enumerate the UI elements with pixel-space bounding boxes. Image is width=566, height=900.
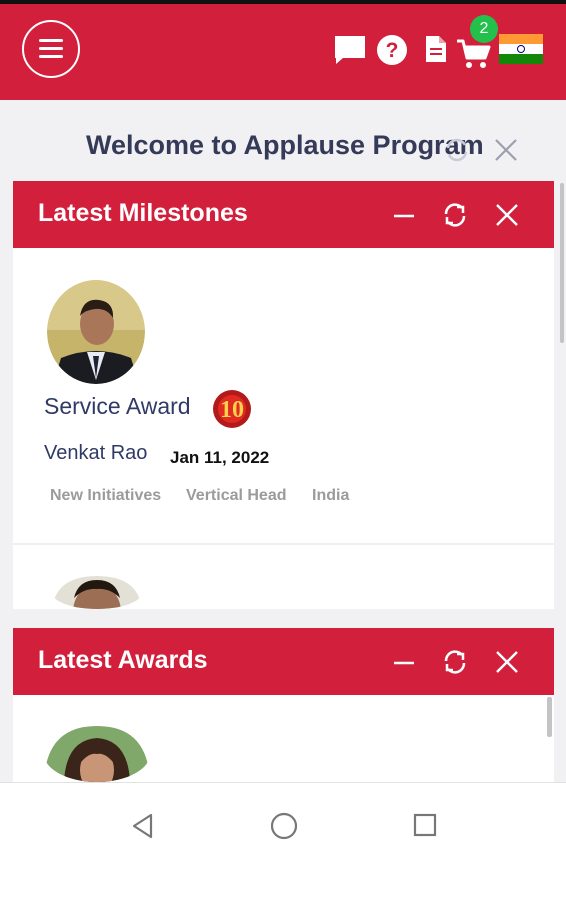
india-flag-icon[interactable]	[499, 34, 543, 64]
refresh-icon[interactable]	[443, 136, 471, 164]
award-date: Jan 11, 2022	[170, 448, 270, 467]
menu-icon-line	[39, 47, 63, 50]
menu-icon-line	[39, 55, 63, 58]
list-divider	[13, 543, 554, 545]
avatar	[44, 726, 150, 782]
avatar	[47, 280, 145, 384]
cart-icon[interactable]	[456, 38, 492, 70]
refresh-icon[interactable]	[441, 649, 469, 675]
milestones-panel-title: Latest Milestones	[38, 199, 248, 227]
close-icon[interactable]	[495, 203, 519, 227]
close-icon[interactable]	[493, 137, 519, 163]
welcome-text: Welcome to Applause Program	[86, 130, 484, 160]
milestones-scrollbar[interactable]	[560, 183, 564, 343]
cart-count-badge: 2	[470, 15, 498, 43]
years-badge: 10	[213, 390, 251, 428]
home-icon[interactable]	[270, 812, 298, 840]
chat-icon[interactable]	[333, 34, 367, 66]
svg-text:?: ?	[386, 39, 399, 62]
minimize-icon[interactable]	[393, 650, 415, 672]
menu-icon-line	[39, 39, 63, 42]
app-header: ? 2	[0, 4, 566, 100]
department-tag: New Initiatives	[50, 487, 162, 504]
employee-name: Venkat Rao	[44, 442, 148, 464]
location-tag: India	[312, 487, 350, 504]
designation-tag: Vertical Head	[186, 487, 287, 504]
help-icon[interactable]: ?	[376, 34, 408, 66]
document-icon[interactable]	[425, 35, 447, 63]
close-icon[interactable]	[495, 650, 519, 674]
avatar	[52, 576, 142, 609]
back-icon[interactable]	[130, 813, 156, 839]
minimize-icon[interactable]	[393, 203, 415, 225]
navigation-bar	[0, 782, 566, 900]
menu-button[interactable]	[22, 20, 80, 78]
recents-icon[interactable]	[413, 813, 437, 837]
awards-panel-header: Latest Awards	[13, 628, 554, 695]
refresh-icon[interactable]	[441, 202, 469, 228]
award-title: Service Award	[44, 393, 191, 419]
years-badge-text: 10	[220, 397, 244, 423]
awards-scrollbar[interactable]	[547, 697, 552, 737]
awards-panel-title: Latest Awards	[38, 646, 208, 674]
milestones-panel-header: Latest Milestones	[13, 181, 554, 248]
